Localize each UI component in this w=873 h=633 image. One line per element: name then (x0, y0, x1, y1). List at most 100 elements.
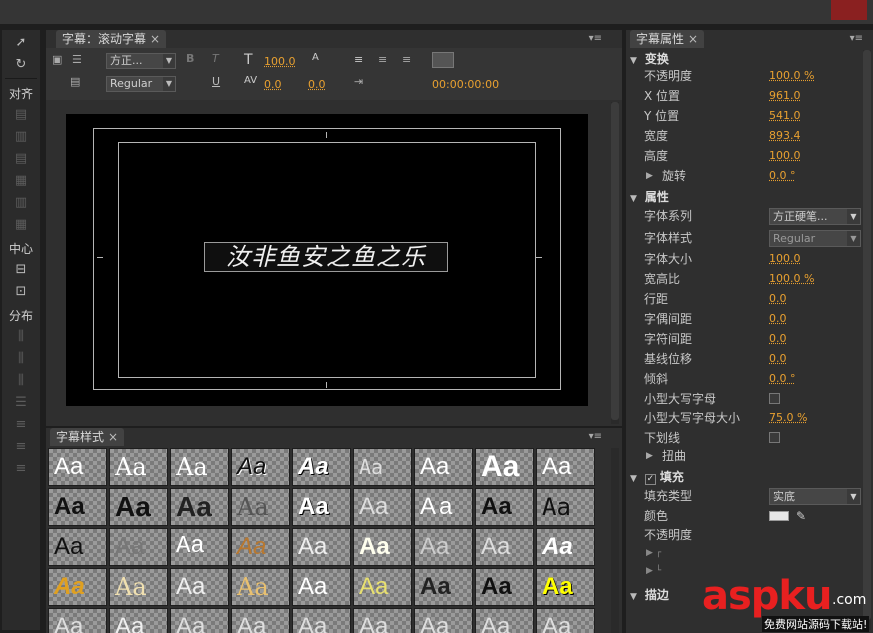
style-swatch[interactable]: Aa (109, 528, 168, 566)
template-icon[interactable]: ▤ (70, 75, 80, 88)
prop-value[interactable]: 100.0 (769, 249, 801, 269)
prop-value[interactable]: 961.0 (769, 86, 801, 106)
color-swatch[interactable] (769, 511, 789, 521)
fill-type-dropdown[interactable]: 实底 ▼ (769, 488, 861, 505)
prop-row-distort[interactable]: ▶ 扭曲 (626, 446, 863, 466)
style-swatch[interactable]: Aa (231, 608, 290, 633)
style-swatch[interactable]: Aa (48, 608, 107, 633)
tab-stops-ruler-icon[interactable]: ⇥ (354, 75, 363, 88)
align-bottom-icon[interactable]: ▦ (10, 216, 32, 234)
title-properties-tab[interactable]: 字幕属性 × (630, 30, 705, 48)
style-swatch[interactable]: Aa (231, 488, 290, 526)
center-vertical-icon[interactable]: ⊡ (10, 283, 32, 301)
distribute-left-icon[interactable]: ⫼ (10, 328, 32, 346)
font-family-dropdown[interactable]: 方正... ▼ (106, 53, 176, 69)
align-right-icon[interactable]: ▤ (10, 150, 32, 168)
align-right-text-icon[interactable]: ≡ (402, 53, 411, 66)
prop-value[interactable]: 893.4 (769, 126, 801, 146)
align-center-text-icon[interactable]: ≡ (378, 53, 387, 66)
style-swatch[interactable]: Aa (414, 608, 473, 633)
vertical-scrollbar[interactable] (611, 448, 619, 633)
style-swatch[interactable]: Aa (109, 608, 168, 633)
close-icon[interactable]: × (108, 430, 118, 444)
prop-value[interactable]: 100.0 % (769, 66, 814, 86)
italic-icon[interactable]: T (212, 52, 219, 65)
title-text-object[interactable]: 汝非鱼安之鱼之乐 (204, 242, 448, 272)
tab-stops-icon[interactable]: ☰ (72, 53, 82, 66)
style-swatch[interactable]: Aa (109, 448, 168, 486)
style-swatch[interactable]: Aa (353, 568, 412, 606)
prop-row-rotation[interactable]: ▶ 旋转 0.0 ° (626, 166, 863, 186)
fill-section-header[interactable]: ▼ ✓ 填充 (630, 468, 684, 485)
style-swatch[interactable]: Aa (231, 568, 290, 606)
align-top-icon[interactable]: ▦ (10, 172, 32, 190)
style-swatch[interactable]: Aa (536, 568, 595, 606)
kerning-value[interactable]: 0.0 (264, 78, 282, 91)
window-close-area[interactable] (831, 0, 867, 20)
prop-value[interactable]: 541.0 (769, 106, 801, 126)
style-swatch[interactable]: Aa (353, 528, 412, 566)
style-swatch[interactable]: Aa (536, 528, 595, 566)
style-swatch[interactable]: Aa (414, 568, 473, 606)
distribute-top-icon[interactable]: ≡ (10, 416, 32, 434)
style-swatch[interactable]: Aa (170, 528, 229, 566)
underline-icon[interactable]: U (212, 75, 220, 88)
timecode[interactable]: 00:00:00:00 (432, 78, 499, 91)
prop-value[interactable]: 0.0 (769, 329, 787, 349)
eyedropper-icon[interactable]: ✎ (796, 506, 806, 526)
show-video-icon[interactable] (432, 52, 454, 68)
font-size-value[interactable]: 100.0 (264, 55, 296, 68)
style-swatch[interactable]: Aa (475, 528, 534, 566)
prop-value[interactable]: 75.0 % (769, 408, 807, 428)
style-swatch[interactable]: Aa (231, 528, 290, 566)
title-canvas[interactable]: 汝非鱼安之鱼之乐 (66, 114, 588, 406)
style-swatch[interactable]: Aa (48, 568, 107, 606)
center-horizontal-icon[interactable]: ⊟ (10, 261, 32, 279)
style-swatch[interactable]: Aa (475, 568, 534, 606)
style-swatch[interactable]: Aa (475, 448, 534, 486)
stroke-section-header[interactable]: ▼ 描边 (630, 586, 669, 603)
style-swatch[interactable]: Aa (475, 608, 534, 633)
style-swatch[interactable]: Aa (292, 448, 351, 486)
align-center-h-icon[interactable]: ▥ (10, 128, 32, 146)
style-swatch[interactable]: Aa (48, 488, 107, 526)
style-swatch[interactable]: Aa (170, 568, 229, 606)
style-swatch[interactable]: Aa (414, 488, 473, 526)
prop-value[interactable]: 100.0 % (769, 269, 814, 289)
distribute-spacing-icon[interactable]: ☰ (10, 394, 32, 412)
style-swatch[interactable]: Aa (109, 488, 168, 526)
style-swatch[interactable]: Aa (48, 448, 107, 486)
distribute-bottom-icon[interactable]: ≡ (10, 460, 32, 478)
style-swatch[interactable]: Aa (170, 488, 229, 526)
prop-value[interactable]: 0.0 ° (769, 166, 796, 186)
style-swatch[interactable]: Aa (292, 528, 351, 566)
transform-section-header[interactable]: ▼ 变换 (630, 50, 669, 67)
prop-row-sheen[interactable]: ▶ ┌ (626, 543, 863, 563)
prop-value[interactable]: 0.0 (769, 349, 787, 369)
title-designer-tab[interactable]: 字幕：滚动字幕 × (56, 30, 167, 48)
prop-value[interactable]: 100.0 (769, 146, 801, 166)
style-swatch[interactable]: Aa (536, 488, 595, 526)
style-swatch[interactable]: Aa (292, 488, 351, 526)
style-swatch[interactable]: Aa (292, 608, 351, 633)
roll-crawl-icon[interactable]: ▣ (52, 53, 62, 66)
style-swatch[interactable]: Aa (170, 448, 229, 486)
bold-icon[interactable]: B (186, 52, 194, 65)
style-swatch[interactable]: Aa (414, 528, 473, 566)
style-swatch[interactable]: Aa (353, 448, 412, 486)
title-styles-tab[interactable]: 字幕样式 × (50, 428, 125, 446)
style-swatch[interactable]: Aa (292, 568, 351, 606)
align-left-icon[interactable]: ▤ (10, 106, 32, 124)
prop-value[interactable]: 0.0 (769, 289, 787, 309)
vertical-scrollbar[interactable] (611, 102, 619, 424)
underline-checkbox[interactable] (769, 432, 780, 443)
style-swatch[interactable]: Aa (536, 608, 595, 633)
align-left-text-icon[interactable]: ≡ (354, 53, 363, 66)
rotation-tool-icon[interactable]: ↻ (10, 56, 32, 74)
style-swatch[interactable]: Aa (353, 488, 412, 526)
vertical-scrollbar[interactable] (863, 50, 871, 630)
prop-value[interactable]: 0.0 (769, 309, 787, 329)
panel-menu-icon[interactable]: ▾≡ (589, 431, 602, 442)
font-style-dropdown[interactable]: Regular ▼ (769, 230, 861, 247)
fill-checkbox[interactable]: ✓ (644, 474, 656, 485)
